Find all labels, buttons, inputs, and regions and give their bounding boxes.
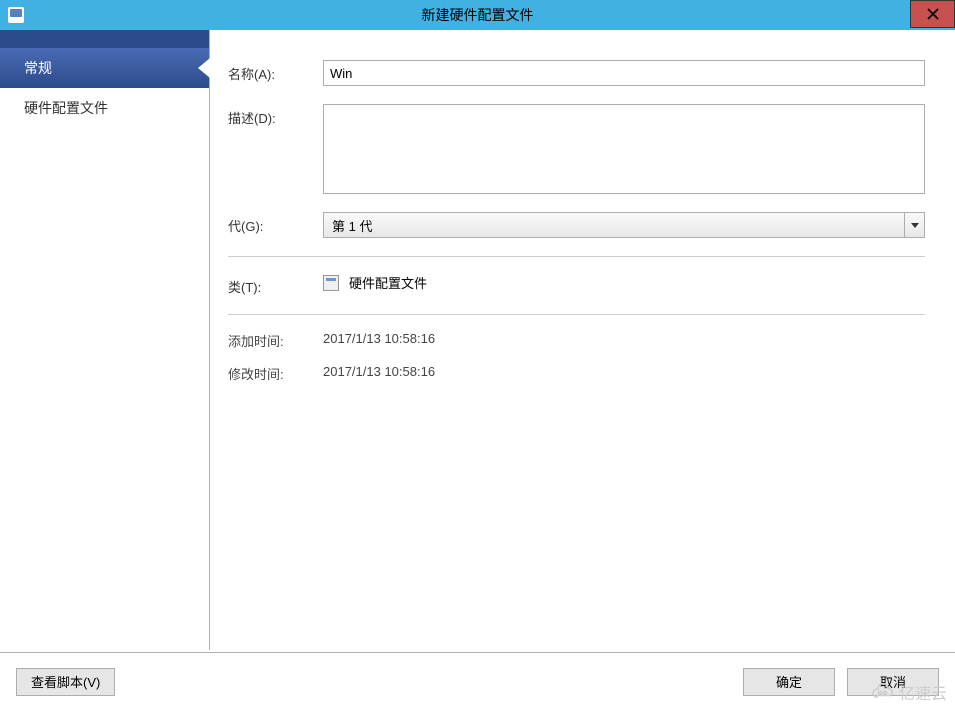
description-label: 描述(D): [228, 104, 323, 127]
generation-value: 第 1 代 [324, 216, 904, 235]
close-icon [927, 8, 939, 20]
cancel-button[interactable]: 取消 [847, 668, 939, 696]
hardware-profile-icon [323, 275, 339, 291]
sidebar-item-label: 常规 [24, 58, 52, 78]
description-input[interactable] [323, 104, 925, 194]
titlebar: 新建硬件配置文件 [0, 0, 955, 30]
ok-button[interactable]: 确定 [743, 668, 835, 696]
window-title: 新建硬件配置文件 [0, 5, 955, 25]
type-label: 类(T): [228, 273, 323, 296]
modified-time-row: 修改时间: 2017/1/13 10:58:16 [228, 364, 925, 383]
modified-time-value: 2017/1/13 10:58:16 [323, 364, 435, 383]
main-area: 常规 硬件配置文件 名称(A): 描述(D): 代(G): 第 1 代 类(T [0, 30, 955, 650]
added-time-row: 添加时间: 2017/1/13 10:58:16 [228, 331, 925, 350]
description-row: 描述(D): [228, 104, 925, 194]
content-pane: 名称(A): 描述(D): 代(G): 第 1 代 类(T): 硬件配置文件 [210, 30, 955, 650]
chevron-down-icon [904, 213, 924, 237]
type-value-container: 硬件配置文件 [323, 273, 427, 292]
generation-label: 代(G): [228, 212, 323, 235]
modified-time-label: 修改时间: [228, 364, 323, 383]
added-time-value: 2017/1/13 10:58:16 [323, 331, 435, 350]
added-time-label: 添加时间: [228, 331, 323, 350]
divider [228, 256, 925, 257]
sidebar-item-hardware-profile[interactable]: 硬件配置文件 [0, 88, 209, 128]
view-script-button[interactable]: 查看脚本(V) [16, 668, 115, 696]
name-label: 名称(A): [228, 60, 323, 83]
type-row: 类(T): 硬件配置文件 [228, 273, 925, 296]
sidebar-item-general[interactable]: 常规 [0, 48, 209, 88]
button-bar: 查看脚本(V) 确定 取消 [0, 652, 955, 710]
sidebar-header-band [0, 30, 209, 48]
divider [228, 314, 925, 315]
sidebar: 常规 硬件配置文件 [0, 30, 210, 650]
sidebar-item-label: 硬件配置文件 [24, 98, 108, 118]
generation-dropdown[interactable]: 第 1 代 [323, 212, 925, 238]
name-row: 名称(A): [228, 60, 925, 86]
type-value: 硬件配置文件 [349, 273, 427, 292]
generation-row: 代(G): 第 1 代 [228, 212, 925, 238]
name-input[interactable] [323, 60, 925, 86]
close-button[interactable] [910, 0, 955, 28]
